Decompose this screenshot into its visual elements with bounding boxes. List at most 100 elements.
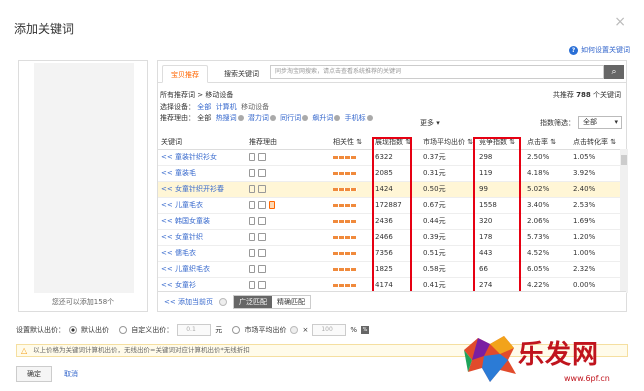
match-type-toggle: 广泛匹配 精确匹配: [232, 294, 311, 309]
keyword-cell[interactable]: << 儿童毛衣: [158, 197, 246, 214]
search-icon[interactable]: ⌕: [604, 65, 624, 79]
keyword-cell[interactable]: << 童装针织衫女: [158, 149, 246, 166]
ctr-cell: 5.73%: [524, 229, 570, 246]
help-link[interactable]: ? 如何设置关键词: [569, 45, 630, 55]
col-competition[interactable]: 竞争指数 ⇅: [476, 135, 524, 150]
filter-area: 所有推荐词 > 移动设备 选择设备： 全部 计算机 移动设备 推荐理由： 全部 …: [160, 90, 375, 125]
keyword-cell[interactable]: << 儿童织毛衣: [158, 261, 246, 278]
reason-potential[interactable]: 潜力词: [248, 114, 269, 122]
help-link-label[interactable]: 如何设置关键词: [581, 45, 630, 55]
reason-hot[interactable]: 热搜词: [216, 114, 237, 122]
index-filter-select[interactable]: 全部: [578, 116, 622, 129]
impressions-cell: 2466: [372, 229, 420, 246]
table-footer: << 添加当前页 广泛匹配 精确匹配: [158, 291, 626, 311]
add-current-page-button[interactable]: << 添加当前页: [164, 297, 213, 307]
market-price-cell: 0.67元: [420, 197, 476, 214]
ctr-cell: 4.52%: [524, 245, 570, 262]
col-relevance[interactable]: 相关性 ⇅: [330, 135, 372, 150]
radio-default-bid[interactable]: [69, 326, 77, 334]
device-pc[interactable]: 计算机: [216, 103, 237, 111]
table-row[interactable]: << 童装针织衫女 6322 0.37元 298 2.50% 1.05%: [158, 149, 620, 166]
ctr-cell: 4.18%: [524, 165, 570, 182]
reason-all[interactable]: 全部: [197, 114, 211, 122]
image-icon: [258, 249, 266, 257]
keyword-cell[interactable]: << 女童针织开衫春: [158, 181, 246, 198]
relevance-bar: [333, 219, 357, 223]
col-cvr[interactable]: 点击转化率 ⇅: [570, 135, 620, 150]
watermark-url: www.6pf.cn: [564, 374, 610, 383]
table-row[interactable]: << 女童针织 2466 0.39元 178 5.73% 1.20%: [158, 229, 620, 246]
table-row[interactable]: << 韩国女童装 2436 0.44元 320 2.06% 1.69%: [158, 213, 620, 230]
relevance-bar: [333, 251, 357, 255]
index-filter: 指数筛选： 全部: [540, 116, 622, 129]
keyword-cell[interactable]: << 儒毛衣: [158, 245, 246, 262]
table-row[interactable]: << 儿童毛衣 172887 0.67元 1558 3.40% 2.53%: [158, 197, 620, 214]
reason-peer[interactable]: 同行词: [280, 114, 301, 122]
device-mobile[interactable]: 移动设备: [241, 103, 269, 111]
confirm-button[interactable]: 确定: [16, 366, 52, 382]
image-icon: [258, 265, 266, 273]
table-row[interactable]: << 童装毛 2085 0.31元 119 4.18% 3.92%: [158, 165, 620, 182]
cvr-cell: 1.05%: [570, 149, 620, 166]
watermark-brand: 乐发网: [518, 340, 600, 370]
table-row[interactable]: << 女童针织开衫春 1424 0.50元 99 5.02% 2.40%: [158, 181, 620, 198]
mobile-icon: [249, 201, 255, 209]
relevance-cell: [330, 245, 372, 262]
col-market-price[interactable]: 市场平均出价 ⇅: [420, 135, 476, 150]
breadcrumb-current: 移动设备: [205, 91, 234, 99]
breadcrumb-root[interactable]: 所有推荐词: [160, 91, 195, 99]
selected-keywords-list[interactable]: [34, 63, 134, 293]
remaining-count: 您还可以添加158个: [51, 298, 115, 306]
impressions-cell: 7356: [372, 245, 420, 262]
scrollbar-thumb[interactable]: [621, 155, 627, 165]
col-ctr[interactable]: 点击率 ⇅: [524, 135, 570, 150]
reason-mobile[interactable]: 手机标: [345, 114, 366, 122]
relevance-bar: [333, 155, 357, 159]
custom-bid-input[interactable]: 0.1: [177, 324, 212, 336]
competition-cell: 320: [476, 213, 524, 230]
impressions-cell: 172887: [372, 197, 420, 214]
cvr-cell: 2.40%: [570, 181, 620, 198]
match-exact-button[interactable]: 精确匹配: [272, 296, 310, 308]
keyword-cell[interactable]: << 童装毛: [158, 165, 246, 182]
keyword-cell[interactable]: << 女童针织: [158, 229, 246, 246]
relevance-bar: [333, 187, 357, 191]
relevance-cell: [330, 165, 372, 182]
ctr-cell: 2.06%: [524, 213, 570, 230]
reason-cell: [246, 213, 330, 230]
col-impressions[interactable]: 展现指数 ⇅: [372, 135, 420, 150]
keyword-cell[interactable]: << 韩国女童装: [158, 213, 246, 230]
reason-cell: [246, 181, 330, 198]
selected-keywords-panel: 您还可以添加158个: [18, 60, 148, 312]
relevance-cell: [330, 229, 372, 246]
percent-input[interactable]: 100: [312, 324, 347, 336]
radio-market-bid[interactable]: [232, 326, 241, 334]
relevance-cell: [330, 197, 372, 214]
reason-rising[interactable]: 飙升词: [312, 114, 333, 122]
watermark-logo: 乐发网 www.6pf.cn: [460, 330, 636, 388]
image-icon: [258, 233, 266, 241]
mobile-icon: [249, 281, 255, 289]
table-scrollbar[interactable]: [620, 149, 628, 293]
cancel-link[interactable]: 取消: [64, 369, 78, 379]
radio-custom-bid[interactable]: [119, 326, 128, 334]
keyword-search-input[interactable]: 同步淘宝网搜索，请点击查看系统推荐的关键词: [270, 65, 604, 79]
image-icon: [258, 185, 266, 193]
table-row[interactable]: << 儒毛衣 7356 0.51元 443 4.52% 1.00%: [158, 245, 620, 262]
more-reasons-button[interactable]: 更多 ▾: [420, 118, 440, 128]
close-icon[interactable]: ×: [614, 14, 626, 30]
reason-cell: [246, 165, 330, 182]
tab-bar: 宝贝推荐 搜索关键词 同步淘宝网搜索，请点击查看系统推荐的关键词 ⌕: [158, 61, 626, 83]
reason-cell: [246, 245, 330, 262]
reason-cell: [246, 197, 330, 214]
relevance-bar: [333, 235, 357, 239]
table-header: 关键词 推荐理由 相关性 ⇅ 展现指数 ⇅ 市场平均出价 ⇅ 竞争指数 ⇅ 点击…: [158, 135, 620, 150]
mobile-icon: [249, 249, 255, 257]
relevance-bar: [333, 267, 357, 271]
match-broad-button[interactable]: 广泛匹配: [233, 295, 272, 308]
table-row[interactable]: << 儿童织毛衣 1825 0.58元 66 6.05% 2.32%: [158, 261, 620, 278]
device-all[interactable]: 全部: [197, 103, 211, 111]
cvr-cell: 3.92%: [570, 165, 620, 182]
tab-item-recommend[interactable]: 宝贝推荐: [162, 65, 208, 83]
tab-search-keywords[interactable]: 搜索关键词: [216, 65, 267, 83]
